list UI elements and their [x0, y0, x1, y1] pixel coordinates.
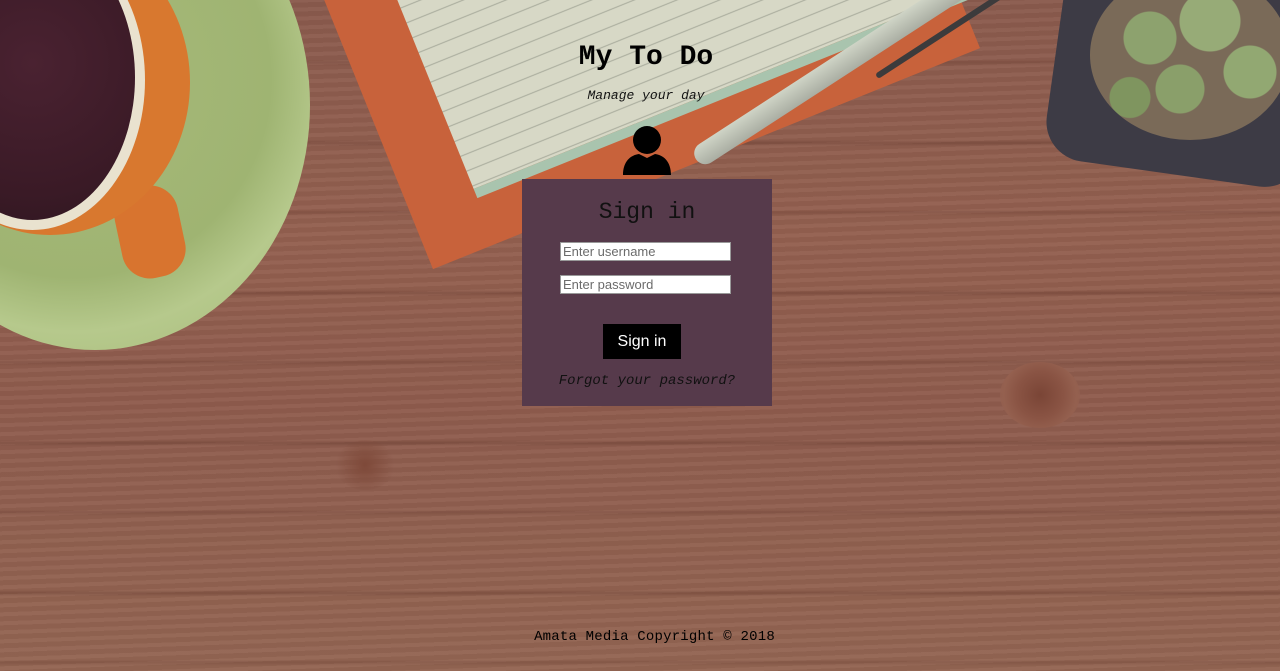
- signin-button[interactable]: Sign in: [603, 324, 681, 359]
- signin-heading: Sign in: [598, 199, 696, 225]
- forgot-password-link[interactable]: Forgot your password?: [522, 373, 772, 389]
- wood-knot-decoration: [335, 440, 395, 490]
- username-input[interactable]: [560, 242, 731, 261]
- user-icon: [623, 126, 671, 175]
- password-input[interactable]: [560, 275, 731, 294]
- app-subtitle: Manage your day: [587, 88, 705, 103]
- app-title: My To Do: [578, 42, 714, 73]
- wood-knot-decoration: [1000, 362, 1080, 428]
- footer-copyright: Amata Media Copyright © 2018: [534, 629, 775, 645]
- signin-form: Sign in Sign in Forgot your password?: [522, 179, 772, 406]
